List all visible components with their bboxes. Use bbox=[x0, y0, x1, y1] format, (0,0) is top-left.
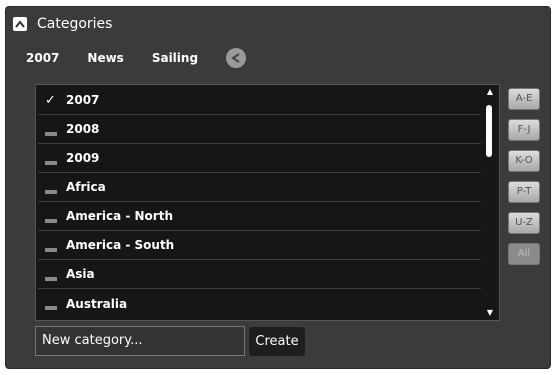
categories-header[interactable]: Categories bbox=[13, 12, 112, 36]
filter-button-a-e[interactable]: A-E bbox=[508, 88, 540, 110]
filter-button-all[interactable]: All bbox=[508, 243, 540, 265]
filter-button-k-o[interactable]: K-O bbox=[508, 150, 540, 172]
checkmark-icon: ✓ bbox=[45, 92, 56, 108]
checkbox-unchecked[interactable] bbox=[44, 268, 57, 281]
categories-title: Categories bbox=[37, 16, 113, 32]
selected-tag[interactable]: 2007 bbox=[26, 51, 59, 65]
clear-tags-icon[interactable] bbox=[226, 48, 247, 68]
list-item-label: 2008 bbox=[66, 122, 100, 136]
list-item[interactable]: 2008 bbox=[38, 115, 481, 144]
list-item-label: America - North bbox=[66, 209, 173, 223]
scrollbar[interactable]: ▲ ▼ bbox=[483, 87, 497, 318]
checkbox-unchecked[interactable] bbox=[44, 210, 57, 223]
checkbox-unchecked[interactable] bbox=[44, 152, 57, 165]
list-item-label: 2009 bbox=[66, 151, 100, 165]
list-item[interactable]: Africa bbox=[38, 173, 481, 202]
list-item[interactable]: ✓ 2007 bbox=[38, 86, 481, 115]
list-item[interactable]: America - South bbox=[38, 231, 481, 260]
list-item-label: Africa bbox=[66, 180, 106, 194]
checkbox-unchecked[interactable] bbox=[44, 123, 57, 136]
selected-tags: 2007 News Sailing bbox=[26, 48, 247, 68]
category-rows: ✓ 2007 2008 2009 Africa America - North … bbox=[38, 86, 481, 318]
list-item[interactable]: 2009 bbox=[38, 144, 481, 173]
list-item[interactable]: Asia bbox=[38, 260, 481, 289]
checkbox-unchecked[interactable] bbox=[44, 297, 57, 310]
list-item-label: 2007 bbox=[66, 93, 100, 107]
filter-button-f-j[interactable]: F-J bbox=[508, 119, 540, 141]
list-item-label: Australia bbox=[66, 296, 128, 311]
alphabet-filter: A-E F-J K-O P-T U-Z All bbox=[508, 88, 540, 274]
checkbox-checked[interactable]: ✓ bbox=[44, 94, 57, 107]
scroll-down-arrow-icon[interactable]: ▼ bbox=[483, 308, 497, 318]
filter-button-u-z[interactable]: U-Z bbox=[508, 212, 540, 234]
scroll-up-arrow-icon[interactable]: ▲ bbox=[483, 87, 497, 97]
list-item-label: Asia bbox=[66, 267, 95, 281]
checkbox-unchecked[interactable] bbox=[44, 239, 57, 252]
filter-button-p-t[interactable]: P-T bbox=[508, 181, 540, 203]
list-item[interactable]: Australia bbox=[38, 289, 481, 318]
list-item-label: America - South bbox=[66, 238, 175, 252]
collapse-up-arrow-icon[interactable] bbox=[13, 17, 27, 31]
scrollbar-thumb[interactable] bbox=[486, 105, 492, 157]
checkbox-unchecked[interactable] bbox=[44, 181, 57, 194]
selected-tag[interactable]: News bbox=[87, 51, 123, 65]
selected-tag[interactable]: Sailing bbox=[152, 51, 198, 65]
category-list[interactable]: ✓ 2007 2008 2009 Africa America - North … bbox=[35, 84, 500, 321]
create-button[interactable]: Create bbox=[249, 327, 305, 356]
new-category-input[interactable]: New category... bbox=[35, 326, 245, 356]
list-item[interactable]: America - North bbox=[38, 202, 481, 231]
